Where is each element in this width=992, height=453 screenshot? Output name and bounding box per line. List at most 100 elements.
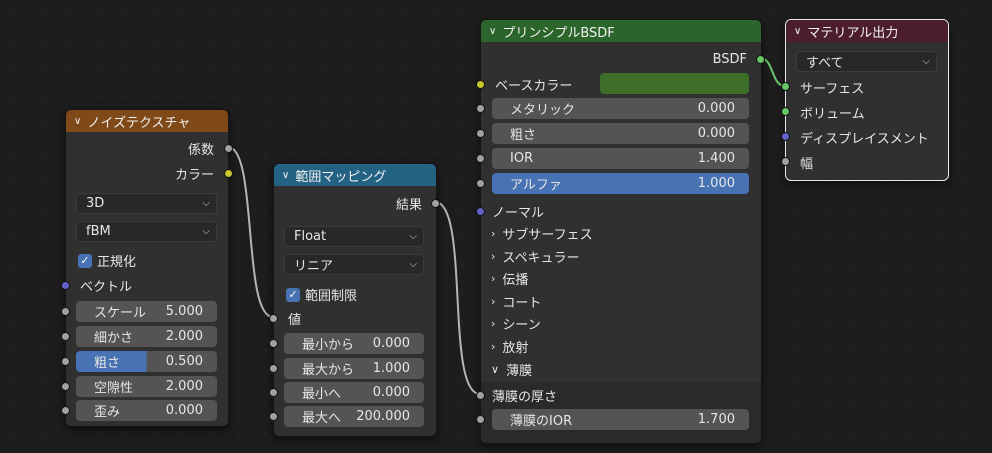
input-volume: ボリューム [800,106,865,122]
base-color-swatch[interactable] [600,73,749,94]
normalize-checkbox[interactable]: ✓ 正規化 [78,251,136,270]
roughness-input-socket[interactable] [61,357,70,366]
panel-thin-film[interactable]: ∨ 薄膜 [491,358,532,380]
lacunarity-field[interactable]: 空隙性 2.000 [76,376,217,397]
panel-transmission[interactable]: › 伝播 [491,267,528,289]
width-input-socket[interactable] [781,157,790,166]
panel-sheen[interactable]: › シーン [491,312,541,334]
input-width: 幅 [800,156,814,172]
noise-type-select[interactable]: fBM ⌵ [76,221,217,242]
link-factor-to-value [227,146,274,318]
result-output-socket[interactable] [431,199,440,208]
chevron-right-icon: › [491,226,496,240]
distortion-field[interactable]: 歪み 0.000 [76,400,217,421]
vector-input-socket[interactable] [61,281,70,290]
metallic-field[interactable]: メタリック 0.000 [492,98,749,119]
chevron-down-icon: ⌵ [409,259,417,270]
node-title: 範囲マッピング [295,169,387,185]
link-result-to-thin-film-thickness [434,201,481,395]
chevron-down-icon[interactable]: ∨ [489,26,496,37]
input-thin-film-thickness: 薄膜の厚さ [492,389,558,405]
thin-film-ior-field[interactable]: 薄膜のIOR 1.700 [492,409,749,430]
map-range-node[interactable]: ∨ 範囲マッピング 結果 Float ⌵ リニア ⌵ ✓ 範囲制限 値 最小から 0.0… [269,163,440,437]
chevron-right-icon: › [491,316,496,330]
displacement-input-socket[interactable] [781,132,790,141]
chevron-down-icon: ⌵ [202,198,210,209]
check-icon: ✓ [78,253,92,268]
detail-input-socket[interactable] [61,332,70,341]
target-select[interactable]: すべて ⌵ [796,51,937,72]
chevron-right-icon: › [491,249,496,263]
noise-texture-header[interactable]: ∨ ノイズテクスチャ [66,110,228,132]
alpha-input-socket[interactable] [476,179,485,188]
chevron-right-icon: › [491,339,496,353]
panel-subsurface[interactable]: › サブサーフェス [491,222,593,244]
from-max-field[interactable]: 最大から 1.000 [284,358,424,379]
chevron-down-icon[interactable]: ∨ [282,170,289,181]
noise-texture-node[interactable]: ∨ ノイズテクスチャ 係数 カラー 3D ⌵ fBM ⌵ ✓ 正規化 ベクトル スケー… [61,109,233,427]
panel-specular[interactable]: › スペキュラー [491,245,580,267]
interpolation-select[interactable]: リニア ⌵ [284,254,424,275]
lacunarity-input-socket[interactable] [61,382,70,391]
chevron-right-icon: › [491,294,496,308]
chevron-down-icon[interactable]: ∨ [74,116,81,127]
chevron-right-icon: › [491,271,496,285]
thin-film-thickness-input-socket[interactable] [476,391,485,400]
dimension-select[interactable]: 3D ⌵ [76,193,217,214]
input-vector: ベクトル [80,279,133,295]
roughness-field[interactable]: 粗さ 0.500 [76,351,217,372]
input-normal: ノーマル [492,205,545,221]
node-title: プリンシプルBSDF [502,25,615,41]
input-displacement: ディスプレイスメント [800,131,929,147]
bsdf-output-socket[interactable] [756,55,765,64]
chevron-down-icon: ⌵ [922,56,930,67]
chevron-down-icon: ⌵ [202,226,210,237]
node-title: ノイズテクスチャ [87,115,191,131]
output-factor: 係数 [187,142,214,158]
output-bsdf: BSDF [712,51,747,67]
scale-field[interactable]: スケール 5.000 [76,301,217,322]
normal-input-socket[interactable] [476,207,485,216]
alpha-field[interactable]: アルファ 1.000 [492,173,749,194]
check-icon: ✓ [286,287,300,302]
panel-emission[interactable]: › 放射 [491,335,528,357]
surface-input-socket[interactable] [781,82,790,91]
clamp-checkbox[interactable]: ✓ 範囲制限 [286,285,357,304]
principled-bsdf-header[interactable]: ∨ プリンシプルBSDF [481,20,761,42]
material-output-node[interactable]: ∨ マテリアル出力 すべて ⌵ サーフェス ボリューム ディスプレイスメント 幅 [781,19,949,181]
node-title: マテリアル出力 [807,25,899,41]
from-min-field[interactable]: 最小から 0.000 [284,333,424,354]
chevron-down-icon: ∨ [491,362,500,376]
to-min-input-socket[interactable] [269,388,278,397]
panel-coat[interactable]: › コート [491,290,541,312]
from-min-input-socket[interactable] [269,339,278,348]
roughness-field[interactable]: 粗さ 0.000 [492,123,749,144]
input-surface: サーフェス [800,81,865,97]
value-input-socket[interactable] [269,314,278,323]
principled-bsdf-node[interactable]: ∨ プリンシプルBSDF BSDF ベースカラー メタリック 0.000 粗さ 0.… [476,19,765,444]
to-max-field[interactable]: 最大へ 200.000 [284,406,424,427]
output-result: 結果 [395,197,422,213]
data-type-select[interactable]: Float ⌵ [284,226,424,247]
thin-film-ior-input-socket[interactable] [476,415,485,424]
distortion-input-socket[interactable] [61,406,70,415]
material-output-header[interactable]: ∨ マテリアル出力 [786,20,948,42]
scale-input-socket[interactable] [61,307,70,316]
to-min-field[interactable]: 最小へ 0.000 [284,382,424,403]
chevron-down-icon: ⌵ [409,231,417,242]
color-output-socket[interactable] [224,169,233,178]
ior-field[interactable]: IOR 1.400 [492,148,749,169]
input-value: 値 [288,312,302,328]
chevron-down-icon[interactable]: ∨ [794,26,801,37]
roughness-input-socket[interactable] [476,129,485,138]
volume-input-socket[interactable] [781,107,790,116]
metallic-input-socket[interactable] [476,104,485,113]
from-max-input-socket[interactable] [269,364,278,373]
map-range-header[interactable]: ∨ 範囲マッピング [274,164,436,186]
to-max-input-socket[interactable] [269,412,278,421]
output-color: カラー [174,167,214,183]
detail-field[interactable]: 細かさ 2.000 [76,326,217,347]
factor-output-socket[interactable] [224,144,233,153]
ior-input-socket[interactable] [476,154,485,163]
base-color-input-socket[interactable] [476,80,485,89]
